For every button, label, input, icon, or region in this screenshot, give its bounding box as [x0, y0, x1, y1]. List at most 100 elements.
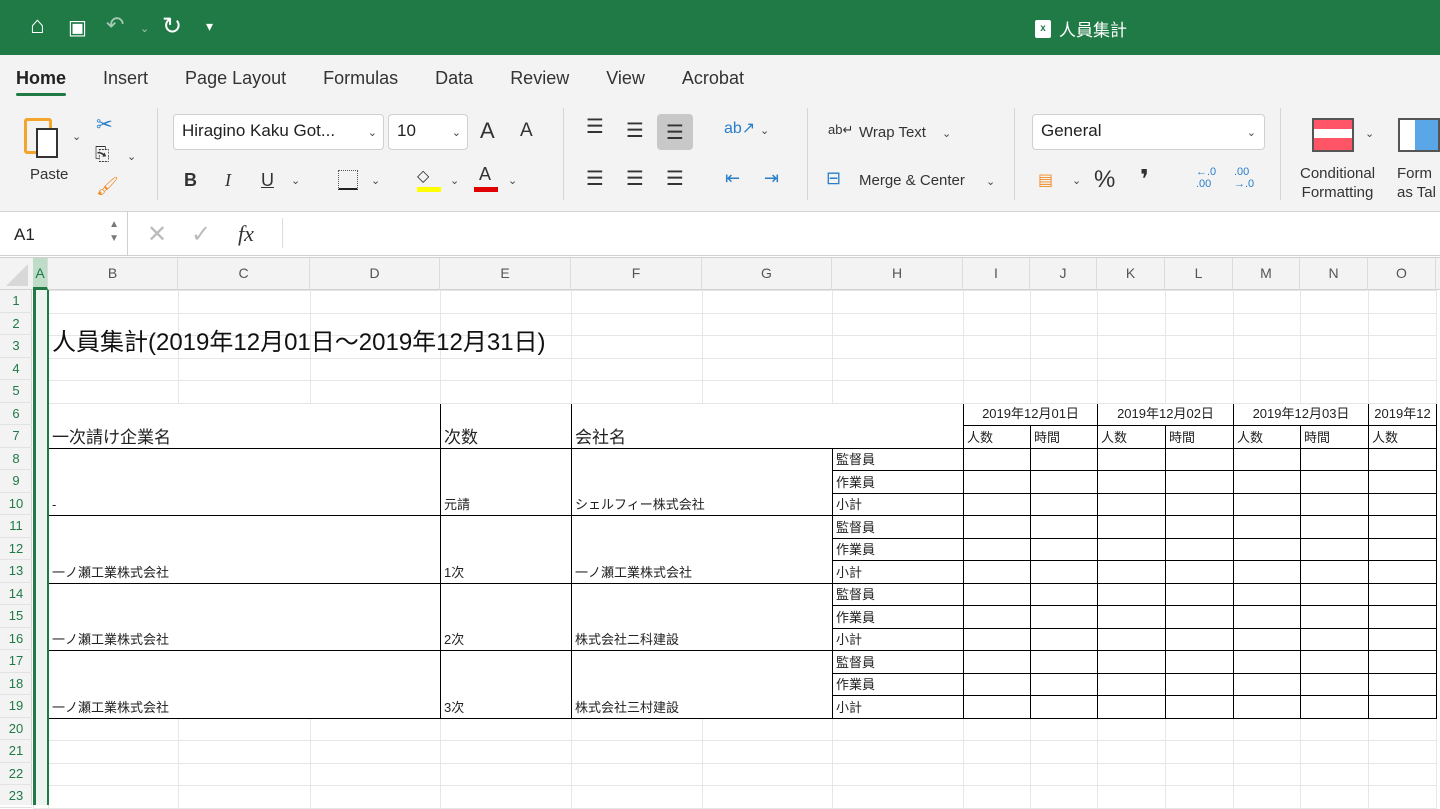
- undo-icon[interactable]: ↶: [106, 12, 124, 38]
- cell[interactable]: [1300, 762, 1369, 786]
- value-cell[interactable]: [1030, 605, 1098, 629]
- role-cell[interactable]: 監督員: [832, 582, 964, 606]
- cell[interactable]: [702, 335, 833, 359]
- cell[interactable]: [178, 357, 311, 381]
- italic-button[interactable]: I: [225, 170, 231, 191]
- value-cell[interactable]: [1233, 627, 1301, 651]
- cell[interactable]: [832, 312, 964, 336]
- cell[interactable]: [440, 380, 572, 404]
- value-cell[interactable]: [963, 672, 1031, 696]
- row-header-15[interactable]: 15: [0, 605, 32, 628]
- cell[interactable]: [1300, 290, 1369, 314]
- cell[interactable]: [48, 357, 179, 381]
- cell[interactable]: [1300, 357, 1369, 381]
- cell[interactable]: [702, 762, 833, 786]
- cell[interactable]: [1368, 740, 1437, 764]
- column-header-B[interactable]: B: [48, 258, 178, 290]
- value-cell[interactable]: [963, 650, 1031, 674]
- value-cell[interactable]: [1300, 470, 1369, 494]
- wrap-text-button[interactable]: Wrap Text: [859, 124, 926, 141]
- increase-decimal-button[interactable]: ←.0 .00: [1196, 166, 1216, 190]
- cell[interactable]: [310, 380, 441, 404]
- value-cell[interactable]: [1233, 492, 1301, 516]
- row-header-13[interactable]: 13: [0, 560, 32, 583]
- primary-contractor-cell[interactable]: 一ノ瀬工業株式会社: [48, 650, 441, 719]
- role-cell[interactable]: 監督員: [832, 515, 964, 539]
- value-cell[interactable]: [963, 515, 1031, 539]
- value-cell[interactable]: [963, 582, 1031, 606]
- value-cell[interactable]: [1368, 695, 1437, 719]
- row-header-4[interactable]: 4: [0, 358, 32, 380]
- column-header-N[interactable]: N: [1300, 258, 1368, 290]
- cell-a[interactable]: [33, 627, 49, 651]
- cell-a[interactable]: [33, 717, 49, 741]
- cell[interactable]: [1165, 290, 1234, 314]
- primary-contractor-cell[interactable]: 一ノ瀬工業株式会社: [48, 582, 441, 651]
- cell[interactable]: [571, 335, 703, 359]
- value-cell[interactable]: [1165, 627, 1234, 651]
- value-cell[interactable]: [1030, 672, 1098, 696]
- value-cell[interactable]: [1165, 515, 1234, 539]
- cell[interactable]: [702, 312, 833, 336]
- tab-home[interactable]: Home: [16, 55, 67, 100]
- tab-page-layout[interactable]: Page Layout: [185, 55, 286, 100]
- value-cell[interactable]: [1097, 470, 1166, 494]
- row-header-11[interactable]: 11: [0, 515, 32, 538]
- row-header-20[interactable]: 20: [0, 718, 32, 740]
- increase-indent-icon[interactable]: ⇥: [764, 168, 779, 189]
- cell-a[interactable]: [33, 650, 49, 674]
- value-cell[interactable]: [1300, 492, 1369, 516]
- cell[interactable]: [1097, 717, 1166, 741]
- select-all-button[interactable]: [6, 264, 28, 286]
- value-cell[interactable]: [1233, 695, 1301, 719]
- cell[interactable]: [1368, 335, 1437, 359]
- value-cell[interactable]: [1368, 470, 1437, 494]
- row-header-2[interactable]: 2: [0, 313, 32, 335]
- cell[interactable]: [963, 717, 1031, 741]
- cell[interactable]: [1165, 762, 1234, 786]
- cell-a[interactable]: [33, 380, 49, 404]
- row-header-19[interactable]: 19: [0, 695, 32, 718]
- primary-contractor-cell[interactable]: -: [48, 447, 441, 516]
- tab-view[interactable]: View: [606, 55, 645, 100]
- cell[interactable]: [571, 357, 703, 381]
- paste-icon[interactable]: [24, 114, 64, 158]
- cell[interactable]: [702, 740, 833, 764]
- cell[interactable]: [1030, 762, 1098, 786]
- cell[interactable]: [48, 740, 179, 764]
- cell[interactable]: [1368, 357, 1437, 381]
- value-cell[interactable]: [1300, 537, 1369, 561]
- value-cell[interactable]: [1165, 537, 1234, 561]
- borders-icon[interactable]: [338, 170, 358, 190]
- cell[interactable]: [1030, 290, 1098, 314]
- cell[interactable]: [1030, 717, 1098, 741]
- cell[interactable]: [1097, 290, 1166, 314]
- column-header-O[interactable]: O: [1368, 258, 1436, 290]
- format-painter-icon[interactable]: 🖌: [96, 176, 119, 197]
- cell[interactable]: [48, 290, 179, 314]
- header-date[interactable]: 2019年12月03日: [1233, 402, 1369, 426]
- cell-a[interactable]: [33, 492, 49, 516]
- value-cell[interactable]: [1233, 470, 1301, 494]
- value-cell[interactable]: [1368, 537, 1437, 561]
- cell[interactable]: [832, 717, 964, 741]
- cell[interactable]: [1368, 717, 1437, 741]
- cell[interactable]: [1097, 380, 1166, 404]
- row-header-12[interactable]: 12: [0, 538, 32, 560]
- fill-color-dropdown-icon[interactable]: ⌄: [450, 174, 459, 187]
- cell[interactable]: [1233, 380, 1301, 404]
- number-format-select[interactable]: General ⌄: [1032, 114, 1265, 150]
- cell[interactable]: [702, 357, 833, 381]
- cell[interactable]: [571, 740, 703, 764]
- cell[interactable]: [440, 740, 572, 764]
- cell[interactable]: [832, 357, 964, 381]
- value-cell[interactable]: [1233, 537, 1301, 561]
- paste-dropdown-icon[interactable]: ⌄: [72, 130, 81, 143]
- value-cell[interactable]: [1030, 470, 1098, 494]
- cell[interactable]: [963, 762, 1031, 786]
- cell[interactable]: [832, 740, 964, 764]
- cell[interactable]: [178, 762, 311, 786]
- cell-a[interactable]: [33, 312, 49, 336]
- tab-acrobat[interactable]: Acrobat: [682, 55, 744, 100]
- row-header-10[interactable]: 10: [0, 493, 32, 515]
